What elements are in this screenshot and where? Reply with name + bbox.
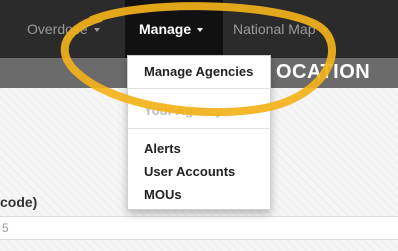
menu-item-alerts[interactable]: Alerts — [144, 141, 181, 156]
menu-item-mous[interactable]: MOUs — [144, 187, 182, 202]
nav-manage-label: Manage — [139, 21, 192, 37]
menu-item-user-accounts[interactable]: User Accounts — [144, 164, 235, 179]
manage-dropdown-menu: Manage Agencies Your Agency Alerts User … — [127, 55, 271, 210]
caret-down-icon — [197, 28, 204, 33]
nav-overdose[interactable]: Overdose — [27, 21, 100, 37]
page-title: OCATION — [276, 61, 371, 83]
code-input[interactable]: 5 — [0, 216, 398, 240]
caret-down-icon — [93, 28, 100, 33]
top-navbar: Overdose Manage National Map — [0, 0, 398, 58]
nav-national-map[interactable]: National Map — [233, 21, 328, 37]
nav-overdose-label: Overdose — [27, 21, 88, 37]
menu-item-manage-agencies[interactable]: Manage Agencies — [144, 64, 253, 79]
field-label: code) — [0, 194, 38, 210]
menu-divider — [128, 88, 270, 89]
menu-divider — [128, 128, 270, 129]
app-window: Overdose Manage National Map OCATION cod… — [0, 0, 398, 251]
menu-item-your-agency[interactable]: Your Agency — [144, 103, 223, 118]
nav-national-map-label: National Map — [233, 21, 316, 37]
caret-down-icon — [321, 28, 328, 33]
code-input-value: 5 — [2, 221, 9, 235]
nav-manage[interactable]: Manage — [125, 0, 223, 58]
